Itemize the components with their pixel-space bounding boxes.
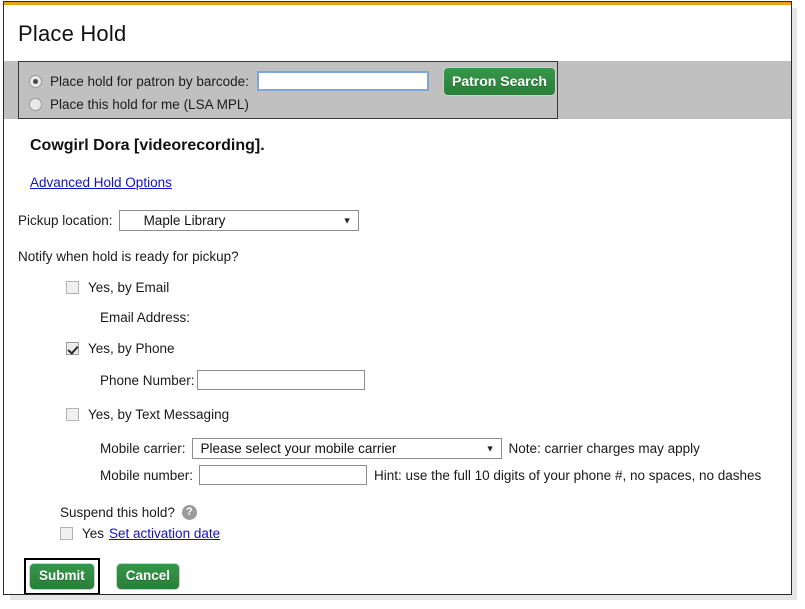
mobile-number-label: Mobile number: xyxy=(100,467,194,483)
patron-selection-box: Place hold for patron by barcode: Patron… xyxy=(18,61,558,119)
page-content-area: Place Hold Place hold for patron by barc… xyxy=(4,5,791,594)
page-frame: Place Hold Place hold for patron by barc… xyxy=(3,1,792,595)
page-title: Place Hold xyxy=(18,21,127,46)
mobile-number-hint: Hint: use the full 10 digits of your pho… xyxy=(374,467,762,483)
email-address-row: Email Address: xyxy=(100,310,791,325)
suspend-checkbox[interactable] xyxy=(60,527,73,540)
mobile-carrier-label: Mobile carrier: xyxy=(100,441,186,456)
notify-email-checkbox[interactable] xyxy=(66,281,79,294)
radio-row-self[interactable]: Place this hold for me (LSA MPL) xyxy=(29,97,249,112)
pickup-location-select[interactable]: Maple Library ▼ xyxy=(118,210,359,231)
mobile-carrier-select[interactable]: Please select your mobile carrier ▼ xyxy=(191,438,502,459)
notify-phone-checkbox[interactable] xyxy=(66,342,79,355)
pickup-location-row: Pickup location: Maple Library ▼ xyxy=(18,210,791,231)
help-icon[interactable]: ? xyxy=(181,505,197,520)
notify-text-label: Yes, by Text Messaging xyxy=(88,407,230,422)
suspend-question-row: Suspend this hold? ? xyxy=(60,505,791,520)
notify-text-checkbox[interactable] xyxy=(66,408,79,421)
patron-search-button[interactable]: Patron Search xyxy=(443,67,556,96)
phone-number-input[interactable] xyxy=(196,370,365,390)
suspend-question-label: Suspend this hold? xyxy=(60,505,175,520)
form-action-buttons: Submit Cancel xyxy=(24,558,791,594)
mobile-carrier-value: Please select your mobile carrier xyxy=(200,441,397,456)
notify-question: Notify when hold is ready for pickup? xyxy=(18,249,239,264)
submit-focus-ring: Submit xyxy=(24,558,100,594)
radio-selected-icon[interactable] xyxy=(29,74,42,88)
mobile-number-input[interactable] xyxy=(199,465,368,485)
notify-email-row[interactable]: Yes, by Email xyxy=(66,280,791,295)
patron-barcode-input[interactable] xyxy=(256,71,429,91)
pickup-location-label: Pickup location: xyxy=(18,213,113,228)
notify-phone-label: Yes, by Phone xyxy=(88,341,175,356)
mobile-number-row: Mobile number: Hint: use the full 10 dig… xyxy=(100,465,791,485)
email-address-label: Email Address: xyxy=(100,310,191,325)
radio-unselected-icon[interactable] xyxy=(29,98,42,111)
notify-text-row[interactable]: Yes, by Text Messaging xyxy=(66,407,791,422)
phone-number-row: Phone Number: xyxy=(100,370,791,390)
radio-row-barcode[interactable]: Place hold for patron by barcode: xyxy=(29,71,429,91)
phone-number-label: Phone Number: xyxy=(100,372,195,388)
suspend-yes-row[interactable]: Yes Set activation date xyxy=(60,526,791,541)
carrier-charges-note: Note: carrier charges may apply xyxy=(508,441,700,456)
chevron-down-icon: ▼ xyxy=(485,443,495,453)
item-title: Cowgirl Dora [videorecording]. xyxy=(30,137,265,154)
cancel-button[interactable]: Cancel xyxy=(115,563,181,590)
patron-selection-band: Place hold for patron by barcode: Patron… xyxy=(4,61,791,119)
notify-phone-row[interactable]: Yes, by Phone xyxy=(66,341,791,356)
set-activation-date-link[interactable]: Set activation date xyxy=(109,526,220,541)
advanced-hold-options-link[interactable]: Advanced Hold Options xyxy=(30,175,172,190)
radio-label-barcode: Place hold for patron by barcode: xyxy=(50,73,249,89)
pickup-location-value: Maple Library xyxy=(143,213,226,228)
chevron-down-icon: ▼ xyxy=(342,215,352,225)
mobile-carrier-row: Mobile carrier: Please select your mobil… xyxy=(100,438,791,459)
hold-form: Cowgirl Dora [videorecording]. Advanced … xyxy=(4,137,791,594)
suspend-block: Suspend this hold? ? Yes Set activation … xyxy=(60,505,791,541)
notify-email-label: Yes, by Email xyxy=(88,280,170,295)
suspend-yes-label: Yes xyxy=(82,526,105,541)
radio-label-self: Place this hold for me (LSA MPL) xyxy=(50,97,249,112)
submit-button[interactable]: Submit xyxy=(29,563,95,590)
